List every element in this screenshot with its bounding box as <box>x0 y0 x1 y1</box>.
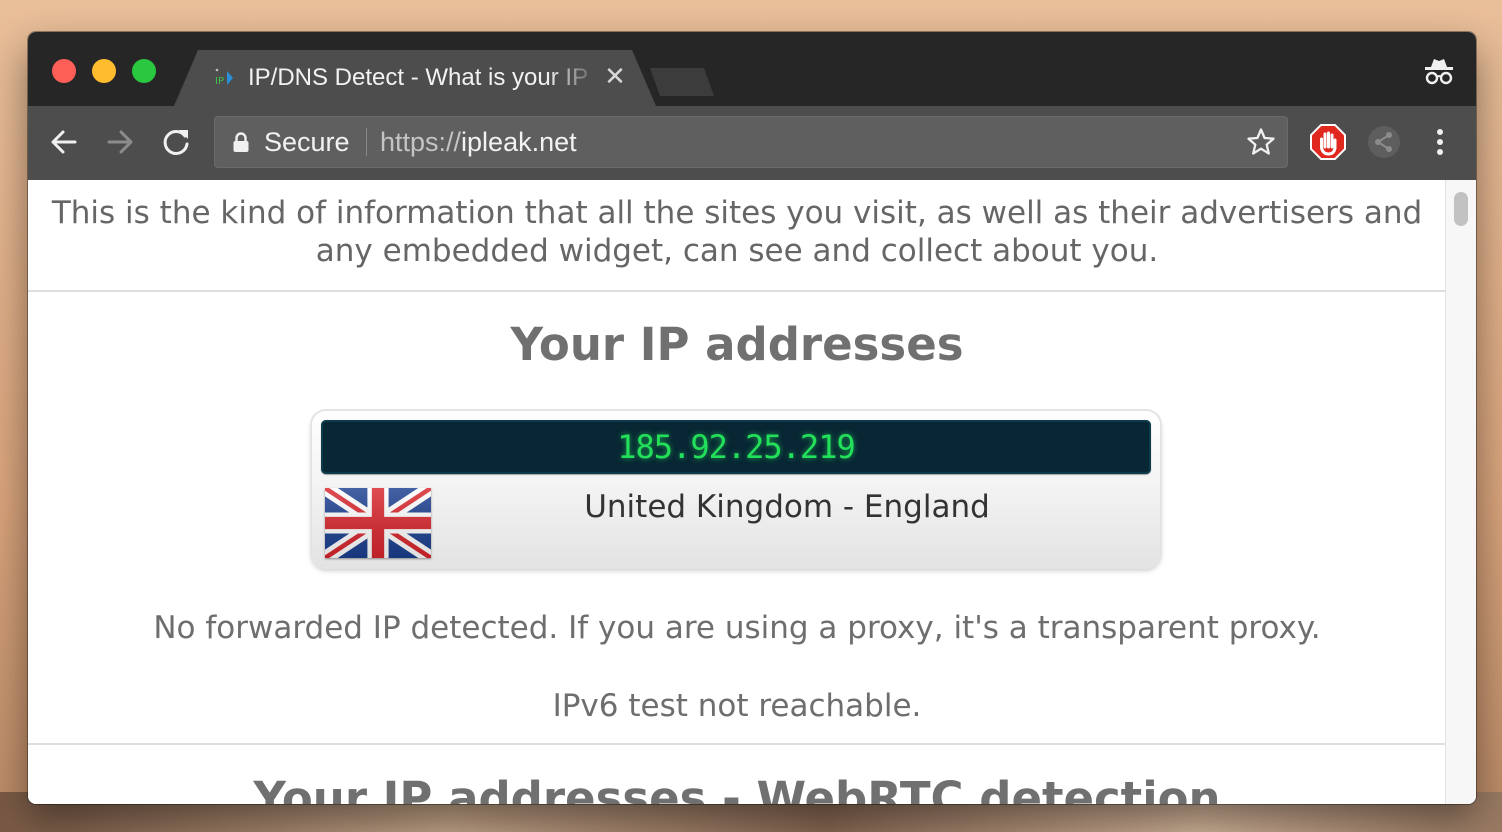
new-tab-button[interactable] <box>650 68 714 96</box>
forward-arrow-icon[interactable] <box>102 124 138 160</box>
reload-icon[interactable] <box>158 124 194 160</box>
ip-section-title: Your IP addresses <box>510 318 964 371</box>
title-bar: IP IP/DNS Detect - What is your IP ✕ <box>28 32 1476 106</box>
incognito-icon <box>1425 59 1453 85</box>
ip-location: United Kingdom - England <box>584 489 990 525</box>
star-icon[interactable] <box>1246 127 1276 157</box>
uk-flag-icon <box>325 488 431 558</box>
secure-label: Secure <box>264 127 350 157</box>
lock-icon <box>233 132 249 152</box>
tab-title: IP/DNS Detect - What is your IP <box>248 64 589 91</box>
scrollbar-thumb[interactable] <box>1454 192 1468 226</box>
section-divider <box>28 290 1446 292</box>
url-scheme: https:// <box>380 127 462 157</box>
webrtc-section-title: Your IP addresses - WebRTC detection <box>253 772 1221 804</box>
share-icon[interactable] <box>1366 124 1402 160</box>
url-host: ipleak.net <box>461 127 577 157</box>
address-bar[interactable]: Secure https://ipleak.net <box>214 116 1288 168</box>
intro-text: This is the kind of information that all… <box>51 195 1423 269</box>
close-window-button[interactable] <box>52 59 76 83</box>
ip-card: 185.92.25.219 United Kingdom - England <box>312 411 1160 567</box>
vertical-scrollbar[interactable] <box>1445 180 1476 804</box>
forwarded-ip-note: No forwarded IP detected. If you are usi… <box>153 610 1321 646</box>
page-content: This is the kind of information that all… <box>28 180 1476 804</box>
browser-toolbar: Secure https://ipleak.net <box>28 106 1476 180</box>
ip-display: 185.92.25.219 <box>321 420 1151 474</box>
tab-close-icon[interactable]: ✕ <box>602 62 628 92</box>
back-arrow-icon[interactable] <box>46 124 82 160</box>
ip-address: 185.92.25.219 <box>617 428 855 466</box>
zoom-window-button[interactable] <box>132 59 156 83</box>
hand-stop-icon[interactable] <box>1310 124 1346 160</box>
omnibox-separator <box>366 128 367 156</box>
url-text[interactable]: https://ipleak.net <box>380 126 577 158</box>
ipv6-note: IPv6 test not reachable. <box>552 688 922 724</box>
browser-window: IP IP/DNS Detect - What is your IP ✕ Sec… <box>28 32 1476 804</box>
minimize-window-button[interactable] <box>92 59 116 83</box>
svg-text:IP: IP <box>215 76 224 87</box>
section-divider <box>28 743 1446 745</box>
ipleak-favicon-icon: IP <box>215 68 233 87</box>
vertical-dots-icon[interactable] <box>1424 124 1456 160</box>
tab-active[interactable]: IP IP/DNS Detect - What is your IP ✕ <box>174 50 656 106</box>
